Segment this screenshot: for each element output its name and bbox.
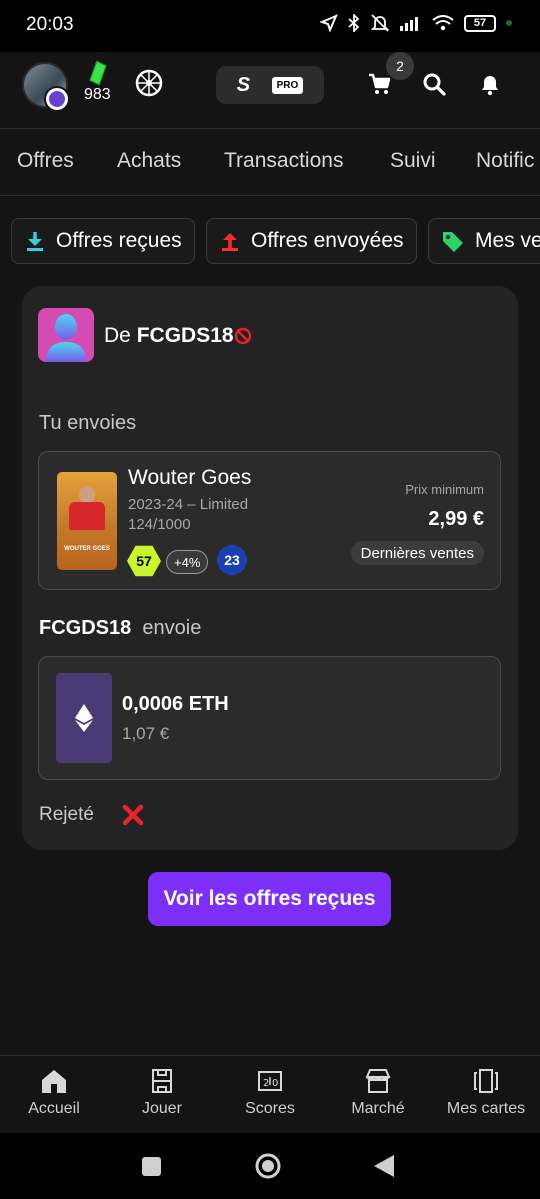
card-player-name: WOUTER GOES (64, 546, 110, 552)
player-name: Wouter Goes (128, 466, 252, 489)
chip-label: Offres envoyées (251, 229, 404, 252)
upload-icon (222, 233, 238, 251)
home-button-icon[interactable] (254, 1152, 282, 1180)
offer-card: De FCGDS18 Tu envoies WOUTER GOES Wouter… (22, 286, 518, 850)
chip-received-offers[interactable]: Offres reçues (11, 218, 195, 264)
player-card-item[interactable]: WOUTER GOES Wouter Goes 2023-24 – Limite… (38, 451, 501, 590)
block-user-icon[interactable] (234, 327, 252, 345)
you-send-title: Tu envoies (39, 412, 137, 434)
system-nav-bar (0, 1133, 540, 1199)
nav-jouer[interactable]: Jouer (108, 1068, 216, 1118)
download-icon (27, 232, 43, 251)
sender-prefix: De (104, 324, 131, 347)
tag-icon (443, 232, 463, 252)
cart-icon[interactable] (368, 72, 392, 96)
eth-item: 0,0006 ETH 1,07 € (38, 656, 501, 780)
player-season: 2023-24 – Limited (128, 496, 249, 513)
back-icon[interactable] (374, 1155, 394, 1177)
tab-transactions[interactable]: Transactions (224, 149, 343, 173)
tab-suivi[interactable]: Suivi (390, 149, 436, 173)
ethereum-icon (75, 704, 93, 732)
offer-type-chips: Offres reçues Offres envoyées Mes ve (0, 218, 540, 264)
recents-icon[interactable] (142, 1157, 161, 1176)
tab-notifications[interactable]: Notific (476, 149, 534, 173)
default-avatar-icon (46, 314, 86, 362)
tabs-divider (0, 195, 540, 196)
svg-text:2: 2 (263, 1078, 269, 1089)
bottom-nav: Accueil Jouer 2 0 Scores Marché Mes cart… (0, 1055, 540, 1133)
offer-status: Rejeté (39, 804, 94, 825)
cart-count-badge: 2 (386, 52, 414, 80)
mute-icon (370, 14, 390, 32)
chip-label: Offres reçues (56, 229, 182, 252)
number-badge: 23 (217, 545, 247, 575)
play-icon (152, 1069, 172, 1093)
score-badge: 57 (127, 545, 161, 577)
min-price-value: 2,99 € (428, 508, 484, 530)
bonus-badge: +4% (166, 550, 209, 574)
coin-count: 983 (84, 86, 111, 103)
last-sales-button[interactable]: Dernières ventes (350, 541, 484, 565)
sender-label: De FCGDS18 (104, 324, 234, 348)
chip-label: Mes ve (475, 229, 540, 252)
sorare-logo[interactable]: S (237, 74, 250, 97)
cards-icon (474, 1069, 498, 1093)
bluetooth-icon (348, 14, 360, 32)
nav-label: Accueil (28, 1100, 80, 1117)
club-badge-icon (44, 86, 70, 112)
they-send-title: FCGDS18 envoie (39, 617, 201, 640)
player-meta: 2023-24 – Limited 124/1000 (128, 495, 248, 535)
rejected-x-icon (122, 804, 144, 826)
location-icon (320, 14, 338, 32)
scoreboard-icon: 2 0 (258, 1071, 282, 1091)
app-header: 983 S PRO 2 (0, 52, 540, 128)
nav-mes-cartes[interactable]: Mes cartes (432, 1068, 540, 1118)
view-received-offers-button[interactable]: Voir les offres reçues (148, 872, 391, 926)
tab-achats[interactable]: Achats (117, 149, 181, 173)
eth-tile (56, 673, 112, 763)
chip-sent-offers[interactable]: Offres envoyées (206, 218, 417, 264)
search-icon[interactable] (422, 72, 446, 96)
spin-wheel-icon[interactable] (134, 68, 164, 98)
player-serial: 124/1000 (128, 516, 191, 533)
nav-label: Scores (245, 1100, 295, 1117)
home-icon (42, 1070, 66, 1093)
min-price-label: Prix minimum (405, 482, 484, 497)
sender-avatar[interactable] (38, 308, 94, 362)
status-icons: 57 (320, 14, 512, 32)
battery-indicator: 57 (464, 14, 496, 32)
player-card-image[interactable]: WOUTER GOES (57, 472, 117, 570)
status-dot (506, 20, 512, 26)
nav-scores[interactable]: 2 0 Scores (216, 1068, 324, 1118)
tab-offres[interactable]: Offres (17, 149, 74, 173)
essence-icon (89, 60, 107, 86)
offers-tabs: Offres Achats Transactions Suivi Notific (0, 129, 540, 195)
signal-icon (400, 17, 418, 31)
nav-accueil[interactable]: Accueil (0, 1068, 108, 1118)
nav-marche[interactable]: Marché (324, 1068, 432, 1118)
wifi-icon (432, 15, 454, 31)
sender-username[interactable]: FCGDS18 (137, 324, 234, 347)
bell-icon[interactable] (478, 72, 502, 96)
eth-eur-value: 1,07 € (122, 724, 170, 743)
nav-label: Marché (351, 1100, 405, 1117)
they-send-username[interactable]: FCGDS18 (39, 617, 131, 639)
status-time: 20:03 (26, 14, 74, 35)
eth-amount: 0,0006 ETH (122, 693, 229, 715)
nav-label: Mes cartes (446, 1100, 526, 1117)
pro-mode-button[interactable]: PRO (271, 76, 304, 94)
chip-my-sales[interactable]: Mes ve (428, 218, 540, 264)
status-bar: 20:03 57 (0, 0, 540, 52)
svg-text:0: 0 (272, 1078, 278, 1089)
nav-label: Jouer (141, 1100, 183, 1117)
mode-switch[interactable]: S PRO (216, 66, 324, 104)
store-icon (365, 1069, 391, 1093)
they-send-label: envoie (142, 617, 202, 639)
